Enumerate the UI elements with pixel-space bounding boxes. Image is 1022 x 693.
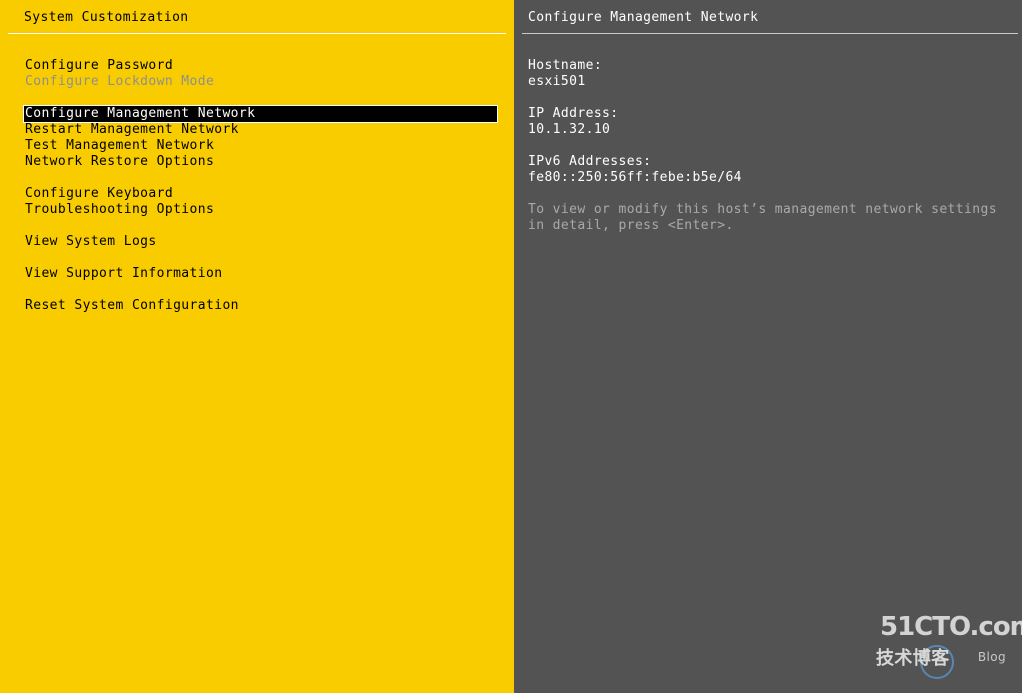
menu-item-configure-keyboard[interactable]: Configure Keyboard	[24, 186, 497, 202]
menu-item-restart-management-network[interactable]: Restart Management Network	[24, 122, 497, 138]
watermark-brand: 51CTO.com	[880, 612, 1022, 642]
menu-spacer	[24, 170, 497, 186]
menu-item-configure-management-network[interactable]: Configure Management Network	[23, 105, 498, 123]
esxi-dcui-screen: System Customization Configure Password C…	[0, 0, 1022, 693]
menu-spacer	[24, 90, 497, 106]
ip-address-label: IP Address:	[528, 106, 619, 121]
menu-item-troubleshooting-options[interactable]: Troubleshooting Options	[24, 202, 497, 218]
menu-spacer	[24, 218, 497, 234]
help-hint-text: To view or modify this host’s management…	[528, 202, 997, 233]
hostname-value: esxi501	[528, 74, 586, 89]
right-title-divider	[522, 33, 1018, 34]
menu-spacer	[24, 282, 497, 298]
menu-item-configure-password[interactable]: Configure Password	[24, 58, 497, 74]
menu-item-view-system-logs[interactable]: View System Logs	[24, 234, 497, 250]
ipv6-addresses-value: fe80::250:56ff:febe:b5e/64	[528, 170, 742, 185]
menu-item-configure-lockdown-mode[interactable]: Configure Lockdown Mode	[24, 74, 497, 90]
ipv6-addresses-label: IPv6 Addresses:	[528, 154, 652, 169]
right-panel-title: Configure Management Network	[528, 10, 759, 25]
customization-menu: Configure Password Configure Lockdown Mod…	[23, 58, 498, 314]
menu-item-test-management-network[interactable]: Test Management Network	[24, 138, 497, 154]
ip-address-value: 10.1.32.10	[528, 122, 611, 137]
site-watermark: 51CTO.com 技术博客 Blog	[876, 614, 1022, 679]
watermark-subtitle: 技术博客	[876, 648, 950, 669]
network-details: Hostname: esxi501 IP Address: 10.1.32.10…	[528, 58, 1014, 234]
left-title-divider	[8, 33, 506, 34]
watermark-blog: Blog	[977, 650, 1006, 664]
menu-item-reset-system-configuration[interactable]: Reset System Configuration	[24, 298, 497, 314]
left-panel-title: System Customization	[24, 10, 189, 25]
hostname-label: Hostname:	[528, 58, 603, 73]
menu-item-view-support-information[interactable]: View Support Information	[24, 266, 497, 282]
detail-panel: Configure Management Network Hostname: e…	[514, 0, 1022, 693]
system-customization-panel: System Customization Configure Password C…	[0, 0, 514, 693]
menu-spacer	[24, 250, 497, 266]
menu-item-network-restore-options[interactable]: Network Restore Options	[24, 154, 497, 170]
